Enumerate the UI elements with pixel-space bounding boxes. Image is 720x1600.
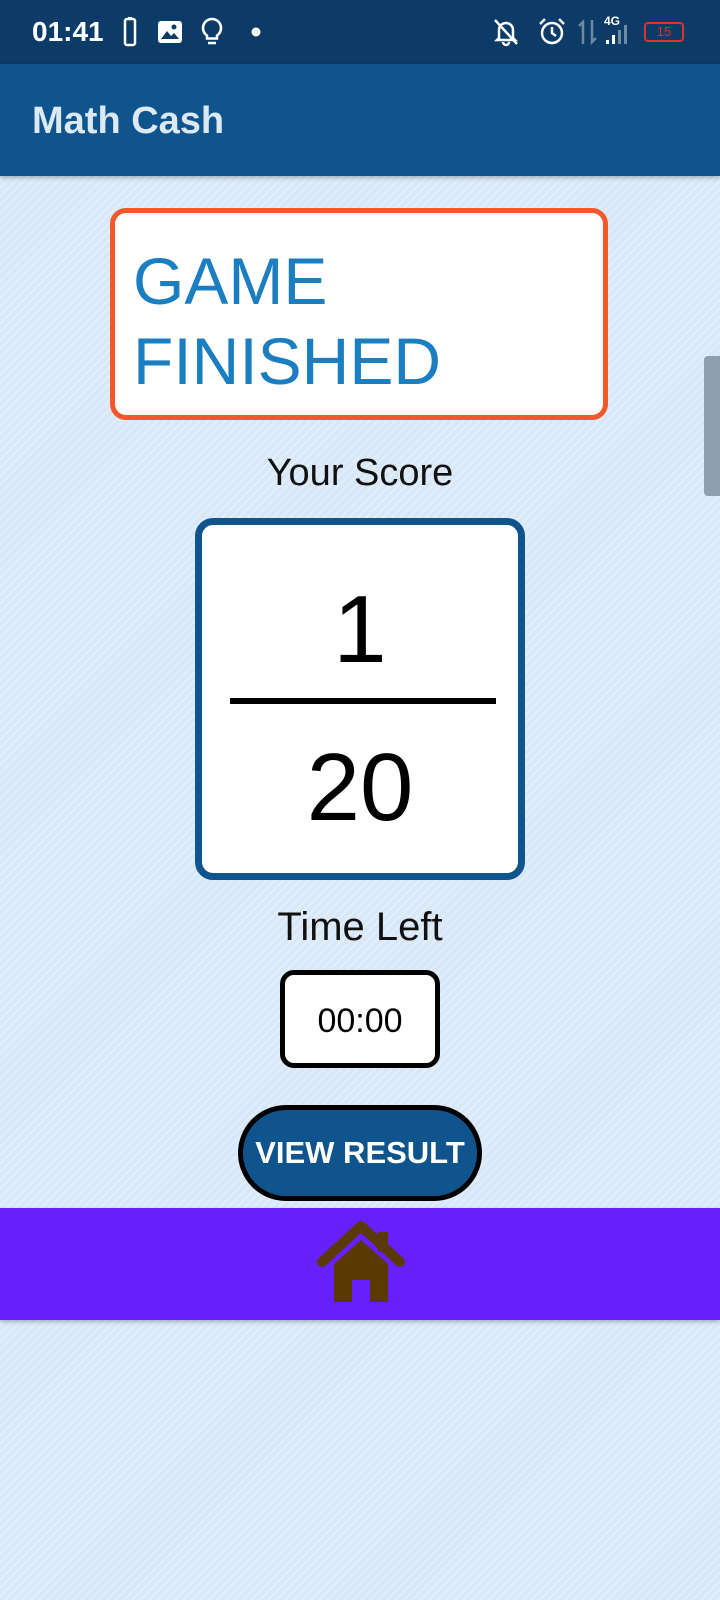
- battery-low-icon: 15: [644, 22, 684, 42]
- dot-icon: [251, 27, 261, 37]
- app-bar: Math Cash: [0, 64, 720, 176]
- bottom-nav: [0, 1208, 720, 1320]
- game-finished-card: GAME FINISHED: [110, 208, 608, 420]
- image-icon: [158, 21, 182, 43]
- signal-icon: [606, 25, 627, 44]
- battery-level: 15: [656, 24, 672, 39]
- time-left-label: Time Left: [277, 905, 443, 949]
- score-value: 1: [333, 576, 387, 683]
- time-left-value: 00:00: [317, 1002, 403, 1040]
- score-card: 1 20: [195, 518, 525, 880]
- home-icon[interactable]: [316, 1218, 406, 1310]
- fraction-divider: [230, 698, 496, 704]
- score-total: 20: [306, 734, 414, 841]
- score-label: Your Score: [266, 452, 454, 494]
- game-finished-heading: GAME FINISHED: [133, 244, 442, 398]
- status-time: 01:41: [32, 16, 104, 47]
- app-title: Math Cash: [32, 100, 225, 142]
- status-bar: 01:41 4G 15: [0, 0, 720, 64]
- bulb-icon: [201, 17, 223, 45]
- bell-off-icon: [493, 19, 519, 47]
- battery-icon: [123, 17, 137, 47]
- alarm-icon: [539, 18, 565, 45]
- time-left-box: 00:00: [280, 970, 440, 1068]
- view-result-button[interactable]: VIEW RESULT: [238, 1105, 482, 1201]
- data-arrows-icon: [578, 18, 597, 46]
